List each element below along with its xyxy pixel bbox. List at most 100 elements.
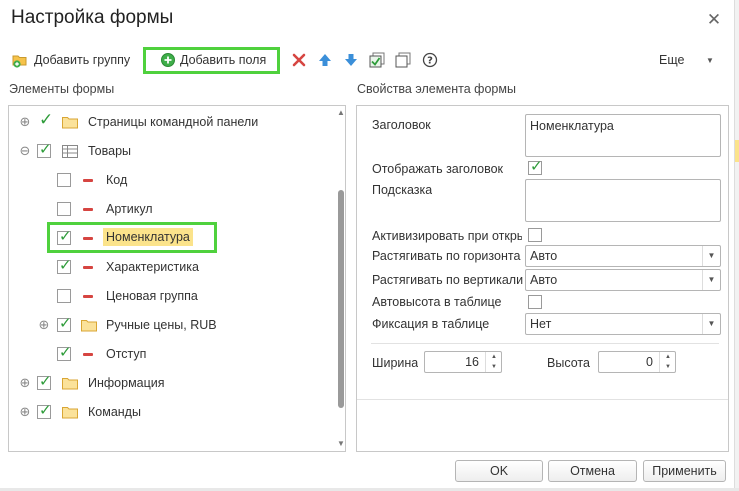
heading-field[interactable]: Номенклатура [525, 114, 721, 157]
field-icon [83, 266, 93, 269]
tree-item[interactable]: ⊕ ✓ Ручные цены, RUB [9, 314, 334, 338]
hint-field[interactable] [525, 179, 721, 222]
check-icon[interactable]: ✓ [39, 110, 53, 130]
close-icon[interactable]: ✕ [703, 9, 725, 31]
tree-item[interactable]: Код [9, 169, 334, 193]
folder-icon [62, 116, 78, 132]
field-icon [83, 353, 93, 356]
tree-item[interactable]: ⊖ ✓ Товары [9, 140, 334, 164]
edge-mark [735, 140, 739, 162]
checkbox[interactable] [57, 173, 71, 187]
checkbox[interactable]: ✓ [57, 344, 72, 361]
stretch-horizontal-select[interactable]: Авто ▼ [525, 245, 721, 267]
tree-item-label: Информация [88, 376, 165, 390]
stretch-vertical-select[interactable]: Авто ▼ [525, 269, 721, 291]
toolbar: Добавить группу Добавить поля ? Еще ▼ [0, 46, 739, 76]
folder-icon [62, 377, 78, 393]
collapse-icon[interactable]: ⊖ [19, 144, 31, 157]
chevron-down-icon: ▼ [702, 246, 720, 266]
add-fields-label: Добавить поля [180, 53, 267, 67]
width-spinner[interactable]: 16 ▲ ▼ [424, 351, 502, 373]
add-fields-button[interactable]: Добавить поля [160, 46, 266, 74]
checkbox[interactable]: ✓ [57, 228, 72, 245]
checkbox[interactable] [57, 289, 71, 303]
expand-icon[interactable]: ⊕ [19, 405, 31, 418]
divider [357, 399, 728, 400]
title-bar: Настройка формы ✕ [0, 0, 739, 40]
apply-button[interactable]: Применить [643, 460, 726, 482]
show-heading-label: Отображать заголовок [372, 162, 504, 176]
table-icon [62, 145, 78, 161]
stretch-vertical-label: Растягивать по вертикали [372, 273, 524, 287]
field-icon [83, 208, 93, 211]
check-all-icon[interactable] [368, 51, 386, 69]
delete-icon[interactable] [290, 51, 308, 69]
tree-item[interactable]: ✓ Отступ [9, 343, 334, 367]
checkbox[interactable]: ✓ [37, 373, 52, 390]
tree-item-label: Команды [88, 405, 141, 419]
checkbox[interactable]: ✓ [37, 402, 52, 419]
checkbox[interactable] [57, 202, 71, 216]
tree-item[interactable]: Ценовая группа [9, 285, 334, 309]
arrow-down-icon[interactable] [342, 51, 360, 69]
scroll-thumb[interactable] [338, 190, 344, 408]
fixation-select[interactable]: Нет ▼ [525, 313, 721, 335]
tree-item[interactable]: ⊕ ✓ Информация [9, 372, 334, 396]
width-value: 16 [465, 355, 479, 369]
help-icon[interactable]: ? [421, 51, 439, 69]
form-elements-title: Элементы формы [9, 82, 115, 96]
tree-item[interactable]: Артикул [9, 198, 334, 222]
show-heading-checkbox[interactable]: ✓ [528, 158, 543, 175]
plus-circle-icon [160, 52, 176, 68]
more-button[interactable]: Еще [659, 46, 684, 74]
tree-item[interactable]: ⊕ ✓ Команды [9, 401, 334, 425]
height-spinner[interactable]: 0 ▲ ▼ [598, 351, 676, 373]
stretch-vertical-value: Авто [530, 273, 558, 287]
uncheck-all-icon[interactable] [394, 51, 412, 69]
chevron-down-icon: ▼ [702, 314, 720, 334]
checkbox[interactable]: ✓ [57, 257, 72, 274]
chevron-down-icon[interactable]: ▼ [706, 46, 714, 74]
ok-button[interactable]: OK [455, 460, 543, 482]
field-icon [83, 295, 93, 298]
folder-icon [81, 319, 97, 335]
activate-label: Активизировать при откры [372, 229, 522, 243]
cancel-button[interactable]: Отмена [548, 460, 637, 482]
spin-up-icon[interactable]: ▲ [486, 352, 502, 362]
window-edge [734, 0, 739, 491]
form-elements-tree: ⊕ ✓ Страницы командной панели ⊖ ✓ Товары… [8, 105, 346, 452]
tree-item-label: Ценовая группа [106, 289, 198, 303]
tree-scrollbar[interactable]: ▲ ▼ [336, 106, 345, 451]
tree-item-label: Характеристика [106, 260, 199, 274]
scroll-up-icon[interactable]: ▲ [336, 108, 345, 118]
autoheight-checkbox[interactable] [528, 295, 542, 309]
folder-plus-icon [12, 52, 30, 68]
field-icon [83, 237, 93, 240]
fixation-label: Фиксация в таблице [372, 317, 490, 331]
add-group-button[interactable]: Добавить группу [12, 46, 130, 74]
stretch-horizontal-value: Авто [530, 249, 558, 263]
checkbox[interactable]: ✓ [57, 315, 72, 332]
arrow-up-icon[interactable] [316, 51, 334, 69]
window-title: Настройка формы [11, 7, 174, 28]
tree-item-selected[interactable]: ✓ Номенклатура [9, 227, 334, 251]
spin-up-icon[interactable]: ▲ [660, 352, 676, 362]
tree-item-label: Страницы командной панели [88, 115, 259, 129]
height-label: Высота [547, 356, 590, 370]
tree-item-label: Артикул [106, 202, 153, 216]
activate-checkbox[interactable] [528, 228, 542, 242]
folder-icon [62, 406, 78, 422]
spin-down-icon[interactable]: ▼ [486, 362, 502, 372]
expand-icon[interactable]: ⊕ [19, 115, 31, 128]
tree-item[interactable]: ✓ Характеристика [9, 256, 334, 280]
checkbox[interactable]: ✓ [37, 141, 52, 158]
divider [371, 343, 719, 344]
scroll-down-icon[interactable]: ▼ [336, 439, 345, 449]
tree-item[interactable]: ⊕ ✓ Страницы командной панели [9, 110, 334, 135]
chevron-down-icon: ▼ [702, 270, 720, 290]
spin-down-icon[interactable]: ▼ [660, 362, 676, 372]
expand-icon[interactable]: ⊕ [38, 318, 50, 331]
expand-icon[interactable]: ⊕ [19, 376, 31, 389]
properties-panel: Заголовок Номенклатура Отображать заголо… [356, 105, 729, 452]
tree-item-label: Отступ [106, 347, 147, 361]
